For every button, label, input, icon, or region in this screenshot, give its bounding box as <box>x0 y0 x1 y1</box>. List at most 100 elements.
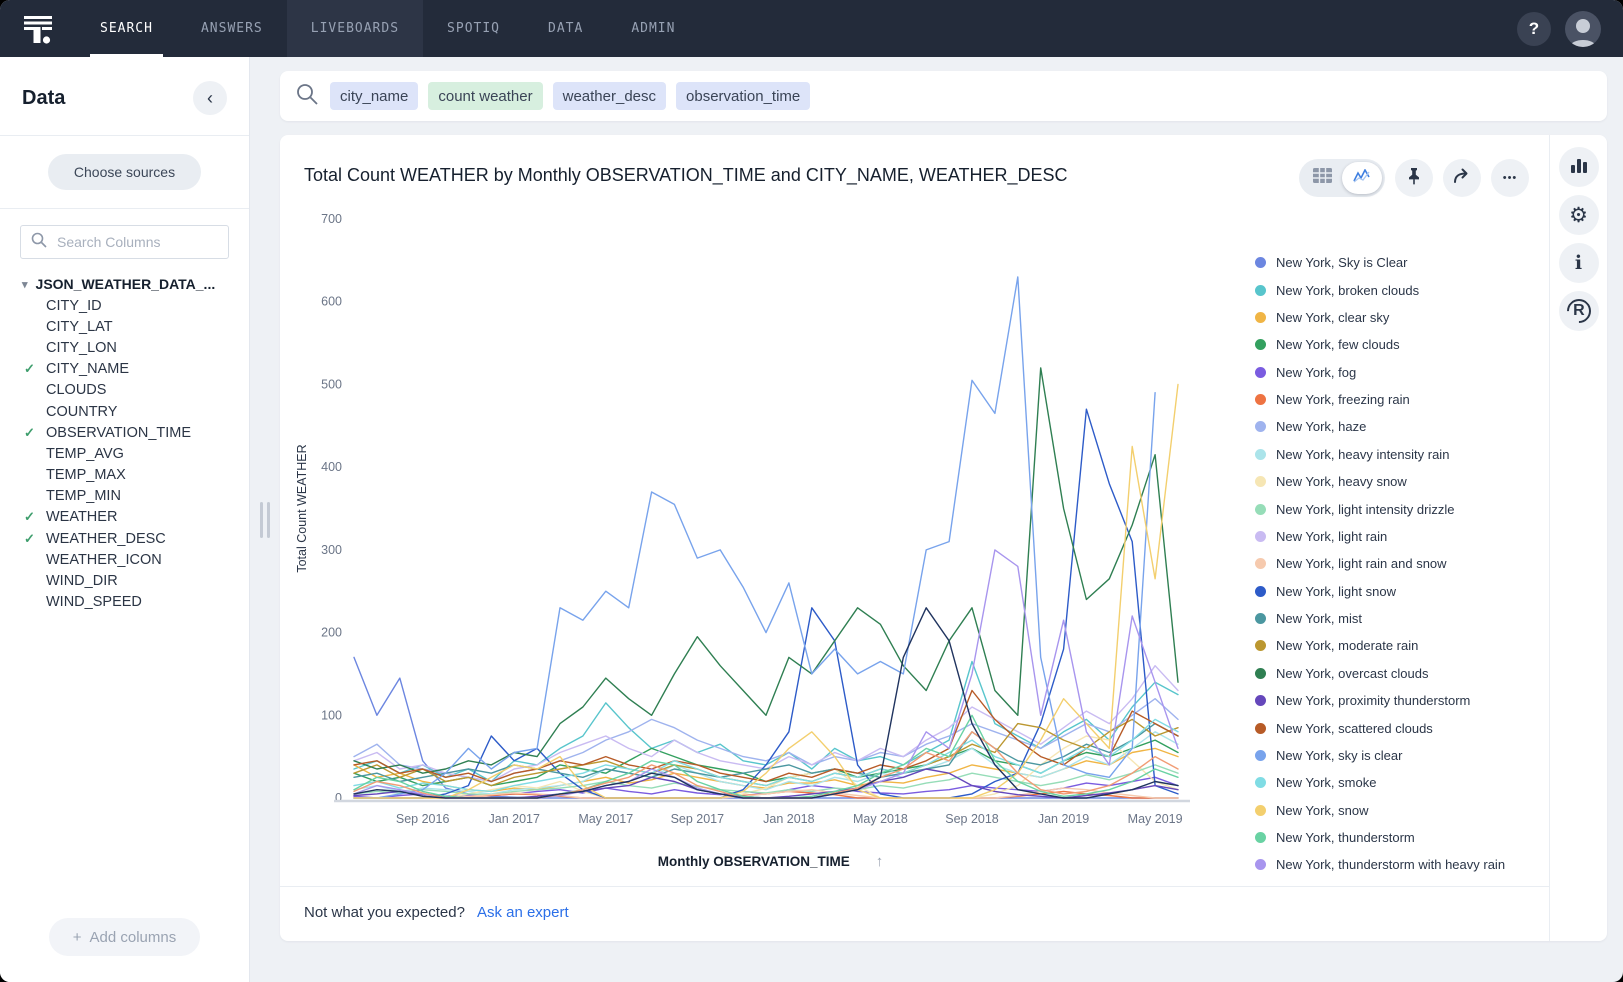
search-bar[interactable]: city_name count weather weather_desc observ… <box>280 71 1607 121</box>
nav-tab-admin[interactable]: ADMIN <box>607 0 699 57</box>
answer-title: Total Count WEATHER by Monthly OBSERVATI… <box>304 159 1068 186</box>
column-item[interactable]: CITY_LON <box>22 337 241 358</box>
chart-view-button[interactable] <box>1342 162 1382 194</box>
svg-text:Sep 2016: Sep 2016 <box>396 812 450 826</box>
svg-text:300: 300 <box>321 543 342 557</box>
legend-label: New York, few clouds <box>1276 337 1400 352</box>
legend-item[interactable]: New York, broken clouds <box>1255 276 1539 303</box>
legend-item[interactable]: New York, fog <box>1255 359 1539 386</box>
panel-resize-handle[interactable] <box>260 502 270 538</box>
info-icon: i <box>1575 252 1582 274</box>
legend-item[interactable]: New York, smoke <box>1255 769 1539 796</box>
column-item[interactable]: ✓WEATHER_DESC <box>22 528 241 549</box>
search-columns-input[interactable] <box>55 233 218 251</box>
legend-item[interactable]: New York, heavy snow <box>1255 468 1539 495</box>
legend-item[interactable]: New York, Sky is Clear <box>1255 249 1539 276</box>
column-item[interactable]: WIND_DIR <box>22 570 241 591</box>
legend-item[interactable]: New York, freezing rain <box>1255 386 1539 413</box>
legend-dot <box>1255 805 1266 816</box>
x-axis-label[interactable]: Monthly OBSERVATION_TIME <box>658 854 850 869</box>
add-columns-button[interactable]: + Add columns <box>49 918 200 956</box>
legend-item[interactable]: New York, mist <box>1255 605 1539 632</box>
display-mode-toggle <box>1299 159 1385 197</box>
nav-tab-spotiq[interactable]: SPOTIQ <box>423 0 524 57</box>
legend-item[interactable]: New York, few clouds <box>1255 331 1539 358</box>
legend-item[interactable]: New York, thunderstorm with heavy rain <box>1255 851 1539 878</box>
top-nav: SEARCHANSWERSLIVEBOARDSSPOTIQDATAADMIN ? <box>0 0 1623 57</box>
legend-item[interactable]: New York, clear sky <box>1255 304 1539 331</box>
footer-question: Not what you expected? <box>304 904 465 921</box>
info-button[interactable]: i <box>1559 243 1599 283</box>
search-token[interactable]: city_name <box>330 82 418 110</box>
column-label: WEATHER <box>46 509 117 525</box>
collapse-panel-button[interactable]: ‹ <box>193 81 227 115</box>
svg-text:May 2018: May 2018 <box>853 812 908 826</box>
legend-item[interactable]: New York, heavy intensity rain <box>1255 441 1539 468</box>
r-analysis-button[interactable]: R <box>1559 291 1599 331</box>
pin-icon <box>1406 167 1422 190</box>
legend-item[interactable]: New York, thunderstorm with light rain <box>1255 879 1539 886</box>
legend-item[interactable]: New York, scattered clouds <box>1255 714 1539 741</box>
column-item[interactable]: ✓WEATHER <box>22 507 241 528</box>
column-item[interactable]: TEMP_MAX <box>22 465 241 486</box>
legend-label: New York, moderate rain <box>1276 638 1418 653</box>
thoughtspot-logo-icon[interactable] <box>0 0 76 57</box>
nav-tab-data[interactable]: DATA <box>524 0 607 57</box>
legend-item[interactable]: New York, moderate rain <box>1255 632 1539 659</box>
more-options-button[interactable]: ••• <box>1491 159 1529 197</box>
legend-dot <box>1255 668 1266 679</box>
table-node[interactable]: ▾ JSON_WEATHER_DATA_... <box>22 273 241 295</box>
line-chart[interactable]: 0100200300400500600700Total Count WEATHE… <box>292 203 1192 848</box>
column-label: WEATHER_ICON <box>46 552 162 568</box>
column-list: CITY_ID CITY_LAT CITY_LON✓CITY_NAMECLOUDSC… <box>22 295 241 613</box>
answer-toolbar: ••• <box>1299 159 1529 197</box>
check-icon: ✓ <box>24 425 46 441</box>
sort-ascending-icon[interactable]: ↑ <box>876 853 884 870</box>
settings-button[interactable]: ⚙ <box>1559 195 1599 235</box>
legend-item[interactable]: New York, overcast clouds <box>1255 660 1539 687</box>
legend-label: New York, fog <box>1276 365 1356 380</box>
legend-item[interactable]: New York, light snow <box>1255 578 1539 605</box>
ask-an-expert-link[interactable]: Ask an expert <box>477 904 569 921</box>
column-item[interactable]: CITY_ID <box>22 295 241 316</box>
column-item[interactable]: TEMP_AVG <box>22 443 241 464</box>
column-item[interactable]: WEATHER_ICON <box>22 549 241 570</box>
search-token[interactable]: weather_desc <box>553 82 666 110</box>
app-window: SEARCHANSWERSLIVEBOARDSSPOTIQDATAADMIN ?… <box>0 0 1623 982</box>
ellipsis-icon: ••• <box>1503 172 1518 184</box>
search-icon <box>31 232 47 253</box>
legend-item[interactable]: New York, light intensity drizzle <box>1255 495 1539 522</box>
share-button[interactable] <box>1443 159 1481 197</box>
search-token[interactable]: count weather <box>428 82 542 110</box>
nav-tab-search[interactable]: SEARCH <box>76 0 177 57</box>
column-item[interactable]: ✓OBSERVATION_TIME <box>22 422 241 443</box>
legend-item[interactable]: New York, snow <box>1255 797 1539 824</box>
search-columns-box[interactable] <box>20 225 229 259</box>
column-item[interactable]: ✓CITY_NAME <box>22 359 241 380</box>
chart-type-button[interactable] <box>1559 147 1599 187</box>
column-label: CITY_LAT <box>46 319 113 335</box>
legend-item[interactable]: New York, haze <box>1255 413 1539 440</box>
column-item[interactable]: WIND_SPEED <box>22 592 241 613</box>
help-button[interactable]: ? <box>1517 12 1551 46</box>
user-avatar[interactable] <box>1565 11 1601 47</box>
nav-tab-liveboards[interactable]: LIVEBOARDS <box>287 0 423 57</box>
legend-item[interactable]: New York, light rain and snow <box>1255 550 1539 577</box>
column-item[interactable]: CLOUDS <box>22 380 241 401</box>
table-view-button[interactable] <box>1302 162 1342 194</box>
choose-sources-button[interactable]: Choose sources <box>48 154 201 190</box>
legend-item[interactable]: New York, sky is clear <box>1255 742 1539 769</box>
data-panel: Data ‹ Choose sources ▾ JSON_WE <box>0 57 250 982</box>
nav-tab-answers[interactable]: ANSWERS <box>177 0 287 57</box>
column-label: TEMP_AVG <box>46 446 124 462</box>
legend-item[interactable]: New York, light rain <box>1255 523 1539 550</box>
legend-item[interactable]: New York, thunderstorm <box>1255 824 1539 851</box>
column-item[interactable]: TEMP_MIN <box>22 486 241 507</box>
pin-button[interactable] <box>1395 159 1433 197</box>
column-item[interactable]: COUNTRY <box>22 401 241 422</box>
search-token[interactable]: observation_time <box>676 82 810 110</box>
chart-legend: New York, Sky is ClearNew York, broken c… <box>1249 201 1549 886</box>
columns-tree: ▾ JSON_WEATHER_DATA_... CITY_IDCITY_LATC… <box>0 267 249 904</box>
column-item[interactable]: CITY_LAT <box>22 316 241 337</box>
legend-item[interactable]: New York, proximity thunderstorm <box>1255 687 1539 714</box>
